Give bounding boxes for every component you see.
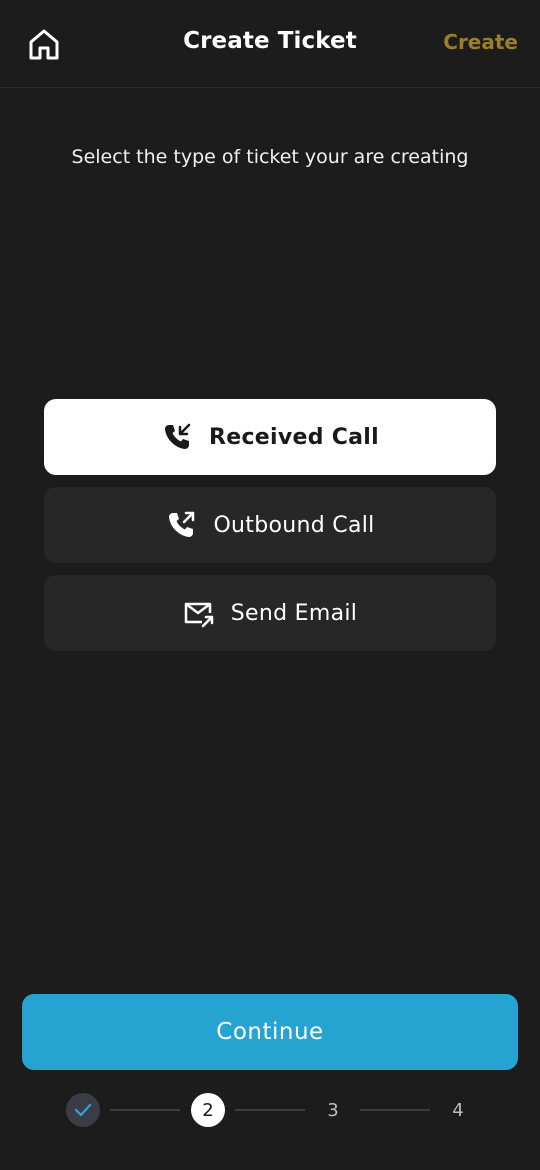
phone-incoming-icon [161, 421, 193, 453]
step-connector [110, 1109, 180, 1111]
create-button[interactable]: Create [443, 30, 518, 54]
option-outbound-call[interactable]: Outbound Call [44, 487, 496, 563]
step-1 [66, 1093, 100, 1127]
step-connector [360, 1109, 430, 1111]
step-2: 2 [191, 1093, 225, 1127]
phone-outgoing-icon [165, 509, 197, 541]
app-header: Create Ticket Create [0, 0, 540, 88]
progress-stepper: 2 3 4 [0, 1093, 540, 1127]
step-4: 4 [452, 1099, 464, 1121]
option-send-email[interactable]: Send Email [44, 575, 496, 651]
check-icon [74, 1103, 92, 1117]
option-received-call[interactable]: Received Call [44, 399, 496, 475]
email-send-icon [183, 597, 215, 629]
step-3: 3 [327, 1099, 339, 1121]
continue-button[interactable]: Continue [22, 994, 518, 1070]
option-label: Received Call [208, 424, 379, 450]
step-connector [235, 1109, 305, 1111]
option-label: Send Email [230, 600, 358, 626]
option-label: Outbound Call [213, 512, 375, 538]
ticket-type-prompt: Select the type of ticket your are creat… [71, 146, 469, 168]
